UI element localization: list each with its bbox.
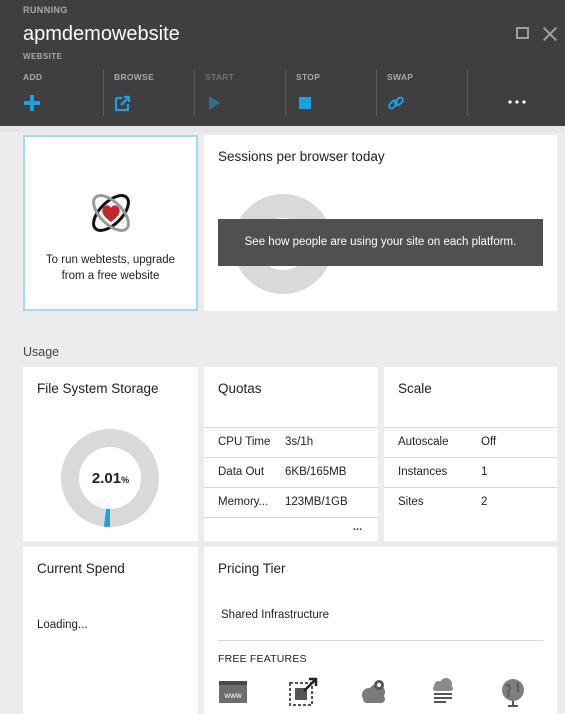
blade-header: RUNNING apmdemowebsite WEBSITE ADD BROWS…: [0, 0, 565, 126]
quota-row: Memory... 123MB/1GB: [204, 487, 378, 517]
webtest-tile[interactable]: To run webtests, upgrade from a free web…: [23, 135, 198, 311]
webtest-upgrade-message: To run webtests, upgrade from a free web…: [25, 252, 196, 284]
add-label: ADD: [23, 72, 43, 82]
link-icon: [388, 96, 404, 110]
www-icon-text: www: [223, 691, 242, 700]
plus-icon: [24, 95, 40, 111]
sessions-overlay-message: See how people are using your site on ea…: [218, 219, 543, 266]
start-label: START: [205, 72, 235, 82]
globe-icon: [502, 679, 524, 707]
file-system-title: File System Storage: [37, 381, 159, 396]
cloud-gear-icon: [362, 680, 385, 703]
scale-row: Instances 1: [384, 457, 557, 487]
scale-key: Sites: [398, 496, 424, 508]
cloud-log-icon: [433, 678, 453, 703]
usage-section-label: Usage: [23, 345, 60, 359]
quota-row: Data Out 6KB/165MB: [204, 457, 378, 487]
command-bar: ADD BROWSE START STOP SWAP: [0, 68, 565, 118]
storage-percent-value: 2.01: [91, 470, 122, 487]
scale-value: Off: [481, 436, 497, 448]
webtest-line-1: To run webtests, upgrade: [45, 254, 176, 266]
swap-label: SWAP: [387, 72, 414, 82]
quota-key: CPU Time: [218, 436, 271, 448]
storage-percent-display: 2.01%: [23, 470, 198, 488]
sessions-per-browser-tile[interactable]: Sessions per browser today See how peopl…: [204, 135, 557, 311]
resize-icon: [289, 677, 318, 706]
spend-loading-text: Loading...: [37, 619, 88, 631]
scale-title: Scale: [398, 381, 432, 396]
quota-row-divider: [204, 517, 378, 518]
scale-value: 1: [481, 466, 488, 478]
more-icon: [508, 100, 526, 104]
quota-value: 123MB/1GB: [285, 496, 348, 508]
quota-row: CPU Time 3s/1h: [204, 427, 378, 457]
play-icon: [209, 96, 220, 110]
blade-subtitle: WEBSITE: [23, 52, 63, 61]
close-icon[interactable]: [543, 26, 558, 41]
scale-tile[interactable]: Scale Autoscale Off Instances 1 Sites 2: [384, 367, 557, 541]
pricing-tier-title: Pricing Tier: [218, 561, 286, 576]
webtest-line-2: from a free website: [61, 270, 160, 282]
stop-icon: [299, 97, 311, 109]
more-button[interactable]: [467, 68, 558, 118]
quotas-title: Quotas: [218, 381, 262, 396]
pricing-divider: [218, 640, 543, 641]
start-button[interactable]: START: [194, 68, 285, 118]
browse-label: BROWSE: [114, 72, 155, 82]
quotas-tile[interactable]: Quotas CPU Time 3s/1h Data Out 6KB/165MB…: [204, 367, 378, 541]
pricing-tier-tile[interactable]: Pricing Tier Shared Infrastructure FREE …: [204, 547, 557, 714]
swap-button[interactable]: SWAP: [376, 68, 467, 118]
free-features-label: FREE FEATURES: [218, 653, 307, 665]
stop-button[interactable]: STOP: [285, 68, 376, 118]
quota-key: Data Out: [218, 466, 265, 478]
www-icon: www: [219, 681, 247, 703]
webtest-heart-icon: [92, 194, 130, 232]
storage-percent-unit: %: [121, 475, 130, 485]
stop-label: STOP: [296, 72, 321, 82]
quota-key: Memory...: [218, 496, 269, 508]
external-link-icon: [114, 95, 131, 112]
pricing-tier-name: Shared Infrastructure: [221, 609, 330, 621]
current-spend-tile[interactable]: Current Spend Loading...: [23, 547, 198, 714]
quota-value: 3s/1h: [285, 436, 314, 448]
status-label: RUNNING: [23, 5, 68, 15]
sessions-title: Sessions per browser today: [218, 149, 385, 164]
scale-value: 2: [481, 496, 488, 508]
quota-value: 6KB/165MB: [285, 466, 347, 478]
scale-key: Autoscale: [398, 436, 449, 448]
scale-row: Sites 2: [384, 487, 557, 517]
blade-title: apmdemowebsite: [23, 23, 180, 45]
scale-row: Autoscale Off: [384, 427, 557, 457]
add-button[interactable]: ADD: [12, 68, 103, 118]
scale-key: Instances: [398, 466, 448, 478]
quotas-more-link[interactable]: ...: [353, 521, 362, 533]
file-system-storage-tile[interactable]: File System Storage 2.01%: [23, 367, 198, 541]
browse-button[interactable]: BROWSE: [103, 68, 194, 118]
scrolled-tile-remnant: [0, 126, 565, 132]
current-spend-title: Current Spend: [37, 561, 125, 576]
maximize-icon[interactable]: [516, 27, 529, 39]
